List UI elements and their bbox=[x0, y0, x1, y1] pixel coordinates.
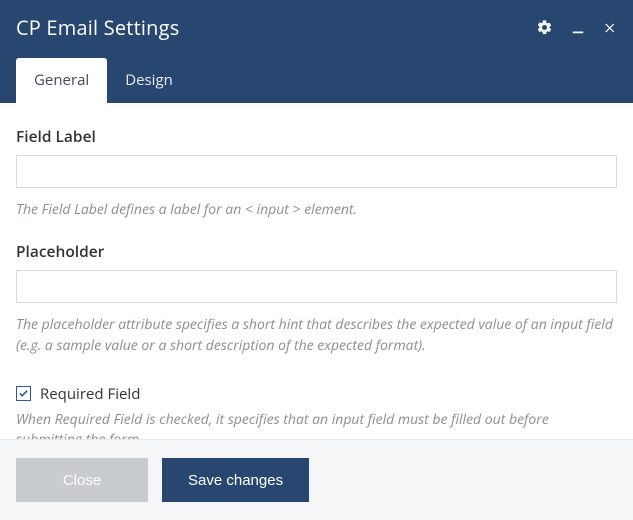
checkmark-icon bbox=[18, 388, 29, 399]
field-label-input[interactable] bbox=[16, 155, 617, 188]
placeholder-group: Placeholder The placeholder attribute sp… bbox=[16, 240, 617, 356]
save-button[interactable]: Save changes bbox=[162, 458, 309, 502]
dialog-title: CP Email Settings bbox=[16, 14, 179, 41]
required-label: Required Field bbox=[40, 384, 140, 404]
gear-icon[interactable] bbox=[536, 19, 553, 36]
field-label-help: The Field Label defines a label for an <… bbox=[16, 200, 617, 220]
placeholder-heading: Placeholder bbox=[16, 240, 617, 262]
tab-bar: General Design bbox=[16, 58, 191, 103]
placeholder-input[interactable] bbox=[16, 270, 617, 303]
required-checkbox[interactable] bbox=[16, 386, 31, 401]
close-icon[interactable] bbox=[603, 21, 617, 35]
tab-general[interactable]: General bbox=[16, 58, 107, 103]
header-controls bbox=[536, 19, 617, 36]
field-label-heading: Field Label bbox=[16, 125, 617, 147]
minimize-icon[interactable] bbox=[571, 21, 585, 35]
placeholder-help: The placeholder attribute specifies a sh… bbox=[16, 315, 617, 356]
dialog-header: CP Email Settings General Design bbox=[0, 0, 633, 103]
dialog-body: Field Label The Field Label defines a la… bbox=[0, 103, 633, 480]
dialog-footer: Close Save changes bbox=[0, 439, 633, 520]
close-button[interactable]: Close bbox=[16, 458, 148, 502]
field-label-group: Field Label The Field Label defines a la… bbox=[16, 125, 617, 220]
tab-design[interactable]: Design bbox=[107, 58, 191, 103]
